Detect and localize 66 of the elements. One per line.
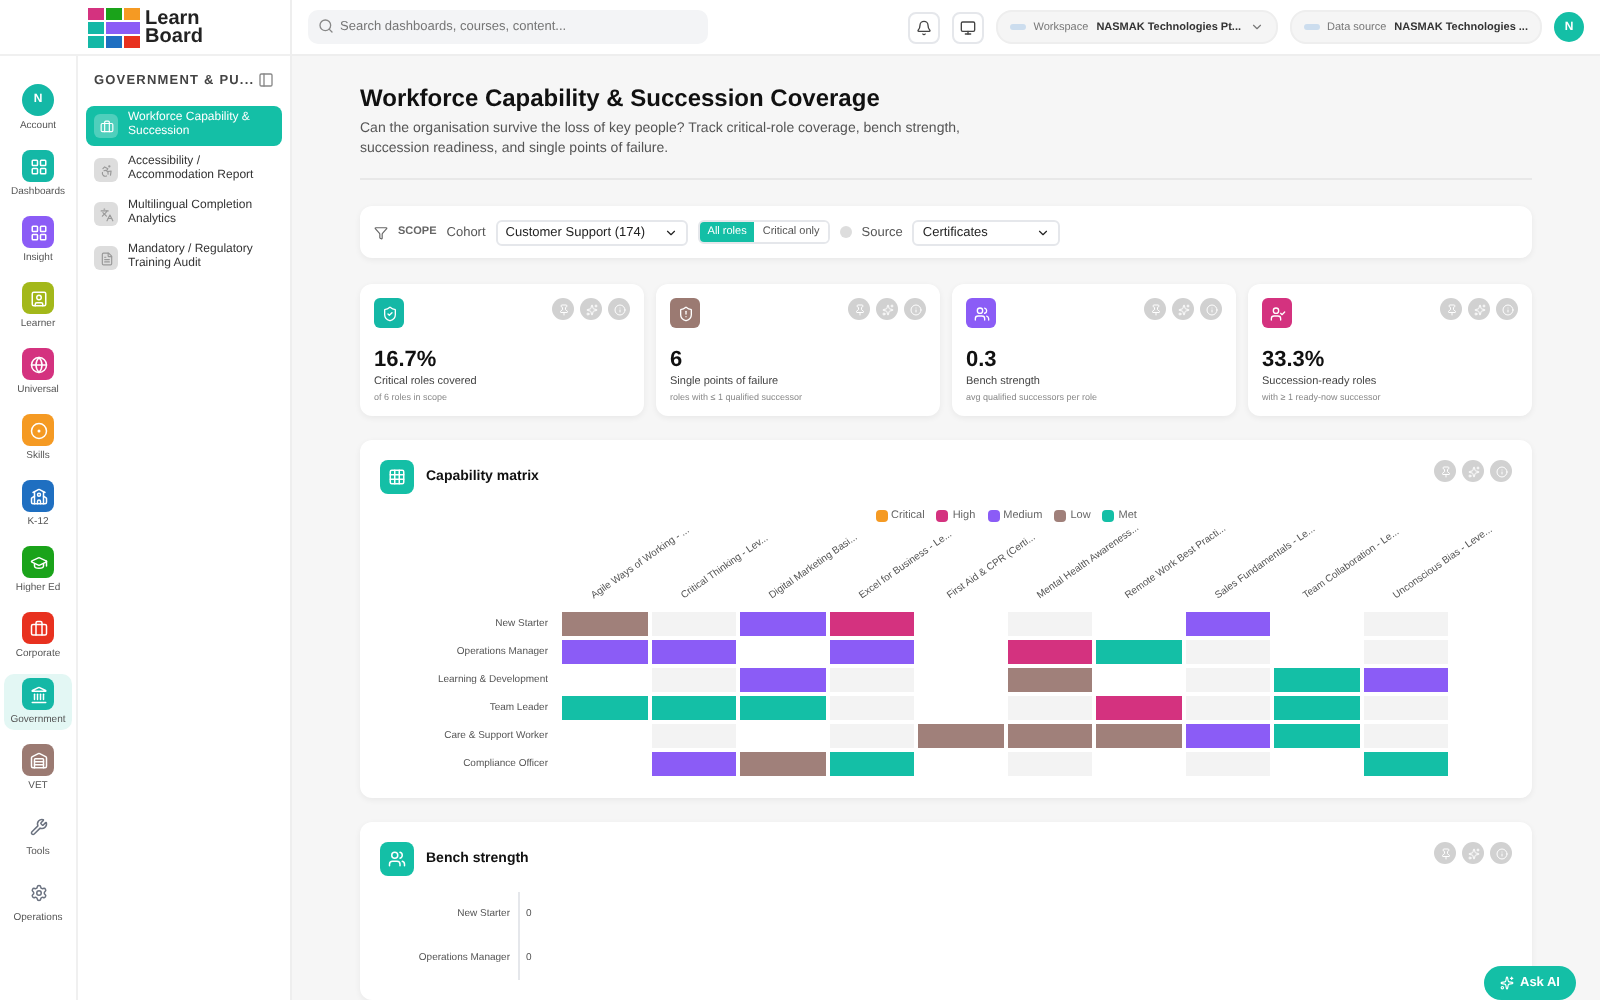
sparkle-icon: [1473, 303, 1485, 315]
status-dot: [839, 226, 852, 238]
empty-matrix-cell: [649, 722, 738, 750]
ai-button[interactable]: [580, 298, 602, 320]
info-button[interactable]: [1490, 460, 1512, 482]
bell-icon: [915, 19, 932, 35]
kpi-value: 33.3%: [1262, 348, 1327, 372]
sparkle-icon: [1500, 976, 1514, 990]
info-icon: [1205, 303, 1217, 315]
info-button[interactable]: [1496, 298, 1518, 320]
info-button[interactable]: [1490, 842, 1512, 864]
sparkle-icon: [1467, 847, 1479, 859]
pin-button[interactable]: [1434, 842, 1456, 864]
search-icon: [318, 18, 334, 34]
report-icon: [94, 114, 118, 138]
logo-text: Learn Board: [145, 9, 203, 45]
report-icon: [94, 246, 118, 270]
empty-matrix-cell: [1005, 610, 1094, 638]
grid-icon: [380, 460, 414, 494]
chevron-down-icon: [663, 225, 678, 239]
info-button[interactable]: [1200, 298, 1222, 320]
sparkle-icon: [1177, 303, 1189, 315]
pin-icon: [1445, 303, 1457, 315]
collapse-panel-icon[interactable]: [258, 72, 274, 88]
page-title: Workforce Capability & Succession Coverage: [360, 84, 882, 112]
notifications-button[interactable]: [907, 11, 940, 43]
ai-button[interactable]: [1462, 842, 1484, 864]
pin-icon: [1439, 465, 1451, 477]
kpi-value: 0.3: [966, 348, 999, 372]
sparkle-icon: [881, 303, 893, 315]
display-button[interactable]: [951, 11, 984, 43]
report-icon: [94, 158, 118, 182]
chevron-down-icon: [1036, 225, 1051, 239]
info-icon: [613, 303, 625, 315]
sparkle-icon: [1467, 465, 1479, 477]
sparkle-icon: [585, 303, 597, 315]
info-button[interactable]: [904, 298, 926, 320]
ai-button[interactable]: [1172, 298, 1194, 320]
kpi-value: 6: [670, 348, 685, 372]
empty-matrix-cell: [1183, 750, 1272, 778]
info-icon: [1501, 303, 1513, 315]
filter-icon: [374, 225, 388, 239]
pin-button[interactable]: [1434, 460, 1456, 482]
pin-icon: [853, 303, 865, 315]
ai-button[interactable]: [1462, 460, 1484, 482]
pin-icon: [1149, 303, 1161, 315]
pin-button[interactable]: [848, 298, 870, 320]
pin-icon: [557, 303, 569, 315]
empty-matrix-cell: [1361, 638, 1450, 666]
pin-button[interactable]: [1440, 298, 1462, 320]
info-button[interactable]: [608, 298, 630, 320]
info-icon: [1495, 847, 1507, 859]
ai-button[interactable]: [1468, 298, 1490, 320]
kpi-value: 16.7%: [374, 348, 439, 372]
pin-button[interactable]: [552, 298, 574, 320]
ai-button[interactable]: [876, 298, 898, 320]
info-icon: [1495, 465, 1507, 477]
chevron-down-icon: [1249, 20, 1264, 34]
empty-matrix-cell: [1005, 750, 1094, 778]
pin-icon: [1439, 847, 1451, 859]
pin-button[interactable]: [1144, 298, 1166, 320]
monitor-icon: [959, 19, 976, 35]
logo-icon: [87, 7, 140, 47]
info-icon: [909, 303, 921, 315]
report-icon: [94, 202, 118, 226]
users-icon: [380, 842, 414, 876]
